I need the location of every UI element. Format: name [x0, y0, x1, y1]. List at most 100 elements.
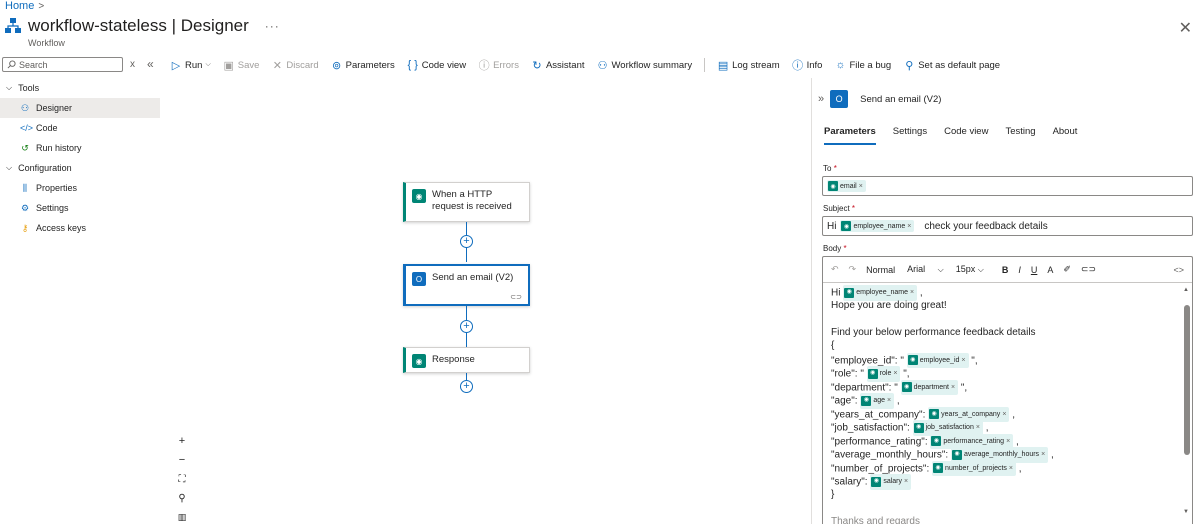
scroll-up-icon[interactable]: ▲	[1183, 287, 1189, 293]
fit-view-icon[interactable]: ⛶	[179, 472, 186, 487]
body-line: "performance_rating": ◉ performance_ratin…	[831, 433, 1184, 449]
remove-token-icon[interactable]: ×	[904, 475, 908, 489]
code-braces-icon: { }	[407, 59, 418, 71]
add-step-icon[interactable]: +	[460, 235, 473, 248]
chevron-down-icon: ⌵	[205, 61, 211, 68]
scroll-down-icon[interactable]: ▼	[1183, 509, 1189, 515]
block-style-dropdown[interactable]: Normal	[866, 265, 895, 275]
font-size-dropdown[interactable]: 15px ⌵	[956, 264, 984, 275]
body-tail: ",	[971, 354, 978, 366]
node-response[interactable]: ◉ Response	[403, 347, 530, 373]
zoom-in-icon[interactable]: +	[179, 434, 185, 449]
body-key: "department": "	[831, 381, 898, 393]
remove-token-icon[interactable]: ×	[1009, 462, 1013, 476]
remove-token-icon[interactable]: ×	[859, 183, 863, 190]
remove-token-icon[interactable]: ×	[887, 394, 891, 408]
add-step-icon[interactable]: +	[460, 320, 473, 333]
clear-search-icon[interactable]: x	[130, 59, 135, 70]
parameters-button[interactable]: ⊚ Parameters	[331, 59, 395, 72]
redo-icon[interactable]: ↷	[849, 264, 857, 275]
errors-label: Errors	[493, 59, 519, 71]
sidebar-item-properties[interactable]: ⫼ Properties	[0, 178, 160, 198]
collapse-panel-icon[interactable]: »	[818, 93, 824, 105]
undo-icon[interactable]: ↶	[831, 264, 839, 275]
font-color-icon[interactable]: A	[1047, 265, 1053, 275]
log-stream-label: Log stream	[732, 59, 780, 71]
subject-label-text: Subject	[823, 204, 850, 213]
search-canvas-icon[interactable]: ⚲	[178, 491, 185, 506]
more-options-icon[interactable]: ···	[265, 19, 280, 33]
log-stream-button[interactable]: ▤ Log stream	[717, 59, 780, 72]
tab-code-view[interactable]: Code view	[944, 126, 988, 145]
tab-parameters[interactable]: Parameters	[824, 126, 876, 145]
remove-token-icon[interactable]: ×	[951, 381, 955, 395]
search-box	[2, 57, 123, 72]
scrollbar-thumb[interactable]	[1184, 305, 1190, 455]
file-bug-button[interactable]: ☼ File a bug	[834, 59, 891, 71]
tab-testing[interactable]: Testing	[1005, 126, 1035, 145]
remove-token-icon[interactable]: ×	[893, 367, 897, 381]
subject-field[interactable]: Hi ◉ employee_name × check your feedback d…	[822, 216, 1193, 236]
sidebar-item-run-history[interactable]: ↺ Run history	[0, 138, 160, 158]
remove-token-icon[interactable]: ×	[976, 421, 980, 435]
assistant-button[interactable]: ↻ Assistant	[531, 59, 584, 72]
page-title: workflow-stateless | Designer	[28, 16, 249, 35]
dynamic-token[interactable]: ◉ email ×	[827, 180, 866, 192]
sidebar-item-access-keys[interactable]: ⚷ Access keys	[0, 218, 160, 238]
code-view-button[interactable]: { } Code view	[407, 59, 467, 71]
dynamic-token[interactable]: ◉ employee_id ×	[906, 352, 969, 368]
font-dropdown[interactable]: Arial ⌵	[907, 264, 944, 275]
link-icon[interactable]: ⊂⊃	[1081, 264, 1096, 275]
body-tail: ,	[1050, 449, 1054, 461]
search-input[interactable]	[19, 59, 119, 70]
node-http-trigger[interactable]: ◉ When a HTTP request is received	[403, 182, 530, 222]
sidebar-item-code[interactable]: </> Code	[0, 118, 160, 138]
italic-icon[interactable]: I	[1018, 265, 1021, 275]
workflow-summary-button[interactable]: ⚇ Workflow summary	[597, 59, 693, 72]
remove-token-icon[interactable]: ×	[1041, 448, 1045, 462]
errors-button[interactable]: ⓘ Errors	[478, 57, 519, 73]
editor-body[interactable]: Hi ◉ employee_name × , Hope you are doing …	[823, 283, 1192, 524]
workflow-summary-label: Workflow summary	[611, 59, 693, 71]
editor-scrollbar[interactable]: ▲ ▼	[1183, 287, 1190, 515]
breadcrumb-home[interactable]: Home	[5, 0, 34, 12]
code-view-icon[interactable]: <>	[1173, 265, 1184, 275]
dynamic-token[interactable]: ◉ employee_name ×	[840, 220, 915, 232]
designer-canvas[interactable]: ◉ When a HTTP request is received + O Se…	[160, 78, 810, 524]
run-button[interactable]: ▷ Run ⌵	[170, 59, 211, 72]
summary-icon: ⚇	[597, 59, 608, 72]
body-tail: ,	[1012, 408, 1015, 420]
sidebar-item-settings[interactable]: ⚙ Settings	[0, 198, 160, 218]
remove-token-icon[interactable]: ×	[907, 223, 911, 230]
body-editor[interactable]: ↶ ↷ Normal Arial ⌵ 15px ⌵ B I U A ✐ ⊂⊃ <…	[822, 256, 1193, 524]
remove-token-icon[interactable]: ×	[1006, 435, 1010, 449]
tab-settings[interactable]: Settings	[893, 126, 927, 145]
remove-token-icon[interactable]: ×	[1002, 408, 1006, 422]
collapse-sidebar-icon[interactable]: «	[147, 57, 154, 71]
nav-group-configuration[interactable]: ⌵ Configuration	[0, 158, 160, 178]
close-icon[interactable]: ✕	[1179, 18, 1192, 38]
tab-about[interactable]: About	[1053, 126, 1078, 145]
discard-button[interactable]: ✕ Discard	[271, 59, 319, 72]
nav-group-tools[interactable]: ⌵ Tools	[0, 78, 160, 98]
remove-token-icon[interactable]: ×	[961, 354, 965, 368]
dynamic-token[interactable]: ◉ salary ×	[870, 474, 912, 490]
to-field[interactable]: ◉ email ×	[822, 176, 1193, 196]
set-default-button[interactable]: ⚲ Set as default page	[903, 59, 1000, 72]
node-label: Response	[432, 354, 475, 365]
remove-token-icon[interactable]: ×	[910, 286, 914, 300]
node-send-email[interactable]: O Send an email (V2) ⊂⊃	[403, 264, 530, 306]
bold-icon[interactable]: B	[1002, 265, 1009, 275]
token-label: average_monthly_hours	[963, 451, 1040, 458]
dynamic-token[interactable]: ◉ number_of_projects ×	[932, 460, 1017, 476]
save-button[interactable]: ▣ Save	[223, 59, 260, 72]
minimap-icon[interactable]: ▥	[178, 510, 187, 525]
info-button[interactable]: ⓘ Info	[792, 57, 822, 73]
highlight-icon[interactable]: ✐	[1063, 264, 1071, 275]
underline-icon[interactable]: U	[1031, 265, 1038, 275]
add-step-icon[interactable]: +	[460, 380, 473, 393]
dynamic-token[interactable]: ◉ department ×	[900, 379, 959, 395]
sidebar-item-designer[interactable]: ⚇ Designer	[0, 98, 160, 118]
history-icon: ↺	[21, 142, 29, 153]
zoom-out-icon[interactable]: −	[179, 453, 185, 468]
